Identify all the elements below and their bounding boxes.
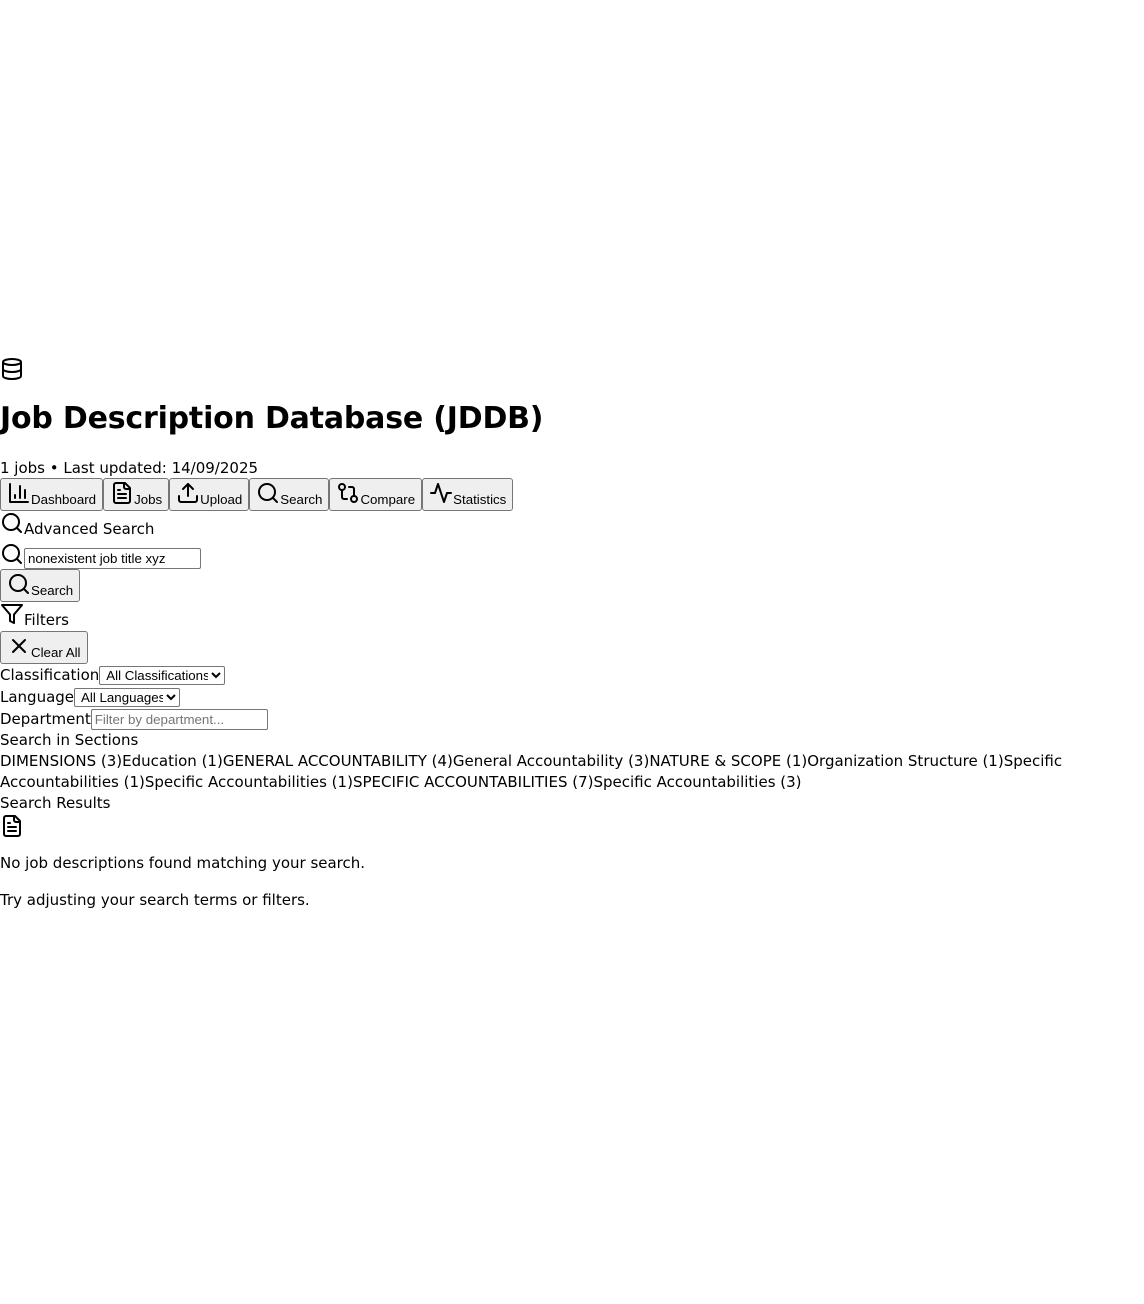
language-select[interactable]: All Languages [74,687,181,707]
classification-label: Classification [0,666,100,684]
department-input[interactable] [90,708,268,730]
filters-label: Filters [24,611,69,629]
bar-chart-icon [7,481,31,505]
nav-upload-button[interactable]: Upload [169,478,250,511]
section-chip[interactable]: NATURE & SCOPE (1) [649,752,807,770]
search-icon [0,542,24,566]
nav-dashboard-button[interactable]: Dashboard [0,478,104,511]
advanced-search-heading: Advanced Search [0,511,1144,540]
nav-search-label: Search [280,492,323,507]
clear-all-label: Clear All [31,645,81,660]
section-chip[interactable]: Education (1) [122,752,223,770]
section-chip-list: DIMENSIONS (3)Education (1)GENERAL ACCOU… [0,751,1144,793]
section-chip[interactable]: General Accountability (3) [453,752,649,770]
file-text-icon [0,814,24,838]
search-icon [0,511,24,535]
advanced-search-label: Advanced Search [24,520,155,538]
nav-jobs-label: Jobs [134,492,163,507]
search-submit-label: Search [31,583,74,598]
department-label: Department [0,710,91,728]
sections-label: Search in Sections [0,731,139,749]
nav-statistics-button[interactable]: Statistics [422,478,514,511]
close-icon [7,634,31,658]
empty-results-message: No job descriptions found matching your … [0,854,366,872]
search-results-label: Search Results [0,794,111,812]
search-bar [0,540,1144,569]
search-submit-button[interactable]: Search [0,569,81,602]
section-chip[interactable]: DIMENSIONS (3) [0,752,122,770]
empty-results-hint: Try adjusting your search terms or filte… [0,891,310,909]
page-title: Job Description Database (JDDB) [0,401,544,436]
search-icon [7,572,31,596]
search-icon [256,481,280,505]
database-icon [0,357,24,381]
section-chip[interactable]: SPECIFIC ACCOUNTABILITIES (7) [353,773,594,791]
section-chip[interactable]: GENERAL ACCOUNTABILITY (4) [223,752,453,770]
nav-compare-label: Compare [360,492,416,507]
filters-heading: Filters [0,602,1144,631]
main-nav: Dashboard Jobs Upload Search Compare Sta… [0,478,1144,511]
classification-filter: Classification All Classifications [0,664,1144,686]
app-root: Job Description Database (JDDB) 1 jobs •… [0,357,1144,910]
upload-icon [176,481,200,505]
section-chip[interactable]: Specific Accountabilities (1) [145,773,353,791]
nav-dashboard-label: Dashboard [31,492,97,507]
nav-jobs-button[interactable]: Jobs [103,478,170,511]
nav-statistics-label: Statistics [453,492,507,507]
activity-icon [429,481,453,505]
file-text-icon [110,481,134,505]
section-chip[interactable]: Organization Structure (1) [807,752,1003,770]
language-label: Language [0,688,75,706]
language-filter: Language All Languages [0,686,1144,708]
clear-all-button[interactable]: Clear All [0,631,88,664]
nav-upload-label: Upload [200,492,243,507]
classification-select[interactable]: All Classifications [99,665,226,685]
section-chip[interactable]: Specific Accountabilities (3) [593,773,801,791]
git-compare-icon [336,481,360,505]
search-input[interactable] [24,548,201,569]
page-meta: 1 jobs • Last updated: 14/09/2025 [0,459,259,477]
nav-compare-button[interactable]: Compare [329,478,423,511]
nav-search-button[interactable]: Search [249,478,330,511]
filter-icon [0,602,24,626]
department-filter: Department [0,708,1144,730]
